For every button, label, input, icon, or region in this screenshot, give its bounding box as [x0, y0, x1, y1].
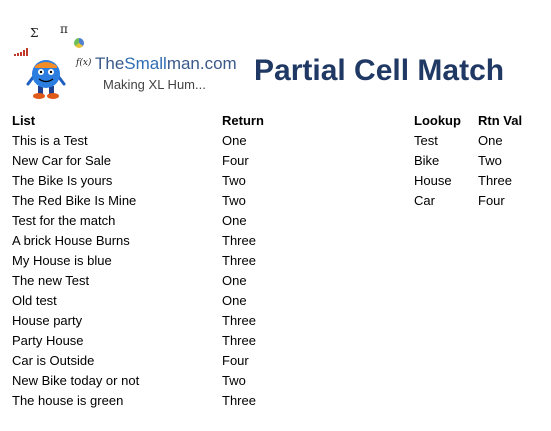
main-cell-r9-c1: Old test — [12, 293, 57, 308]
main-cell-r14-c1: The house is green — [12, 393, 124, 408]
sigma-symbol: Σ — [30, 26, 39, 40]
main-cell-r13-c2: Two — [222, 373, 246, 388]
main-cell-r7-c1: My House is blue — [12, 253, 112, 268]
main-cell-r4-c2: Two — [222, 193, 246, 208]
main-cell-r8-c1: The new Test — [12, 273, 90, 288]
main-cell-r11-c2: Three — [222, 333, 256, 348]
lookup-cell-r4-c2: Four — [478, 193, 505, 208]
lookup-cell-r3-c1: House — [414, 173, 452, 188]
brand-tagline: Making XL Hum... — [103, 77, 206, 92]
brand-part-2: Small — [124, 54, 167, 73]
lookup-cell-r3-c2: Three — [478, 173, 512, 188]
mascot-icon — [26, 60, 66, 99]
main-header-1: List — [12, 113, 36, 128]
site-logo: Σ π f(x) TheSmallman.com Making XL Hum..… — [8, 20, 248, 100]
main-cell-r1-c1: This is a Test — [12, 133, 88, 148]
main-cell-r1-c2: One — [222, 133, 247, 148]
main-cell-r6-c1: A brick House Burns — [12, 233, 130, 248]
main-cell-r12-c2: Four — [222, 353, 249, 368]
main-cell-r5-c1: Test for the match — [12, 213, 116, 228]
lookup-header-2: Rtn Val — [478, 113, 523, 128]
lookup-cell-r2-c1: Bike — [414, 153, 440, 168]
lookup-cell-r1-c1: Test — [414, 133, 438, 148]
main-cell-r6-c2: Three — [222, 233, 256, 248]
main-cell-r13-c1: New Bike today or not — [12, 373, 140, 388]
main-cell-r14-c2: Three — [222, 393, 256, 408]
main-cell-r2-c2: Four — [222, 153, 249, 168]
brand-name: TheSmallman.com — [95, 54, 237, 74]
brand-part-3: man.com — [166, 54, 237, 73]
main-cell-r3-c2: Two — [222, 173, 246, 188]
main-cell-r11-c1: Party House — [12, 333, 84, 348]
main-cell-r3-c1: The Bike Is yours — [12, 173, 113, 188]
main-cell-r10-c2: Three — [222, 313, 256, 328]
main-cell-r12-c1: Car is Outside — [12, 353, 95, 368]
lookup-cell-r1-c2: One — [478, 133, 503, 148]
main-cell-r4-c1: The Red Bike Is Mine — [12, 193, 137, 208]
pi-symbol: π — [60, 22, 68, 36]
main-header-2: Return — [222, 113, 264, 128]
main-cell-r9-c2: One — [222, 293, 247, 308]
main-cell-r2-c1: New Car for Sale — [12, 153, 111, 168]
main-cell-r5-c2: One — [222, 213, 247, 228]
fx-symbol: f(x) — [76, 58, 92, 68]
main-cell-r10-c1: House party — [12, 313, 83, 328]
pie-chart-icon — [74, 38, 84, 48]
lookup-cell-r4-c1: Car — [414, 193, 435, 208]
bar-chart-icon — [14, 48, 30, 56]
brand-part-1: The — [95, 54, 125, 73]
main-cell-r8-c2: One — [222, 273, 247, 288]
lookup-header-1: Lookup — [414, 113, 461, 128]
main-cell-r7-c2: Three — [222, 253, 256, 268]
page-title: Partial Cell Match — [254, 54, 505, 87]
lookup-cell-r2-c2: Two — [478, 153, 502, 168]
